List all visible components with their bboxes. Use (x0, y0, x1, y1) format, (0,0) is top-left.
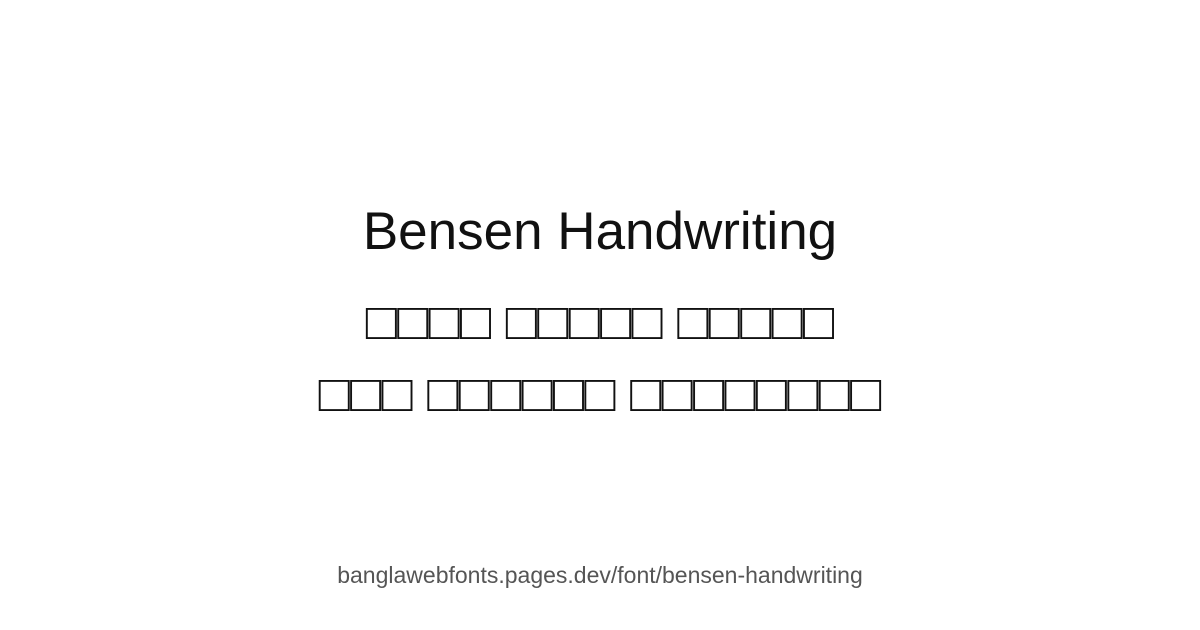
font-url: banglawebfonts.pages.dev/font/bensen-han… (337, 562, 863, 588)
sample-text-line-1: □□□□ □□□□□ □□□□□ (365, 293, 835, 351)
og-card: Bensen Handwriting □□□□ □□□□□ □□□□□ □□□ … (0, 0, 1200, 630)
sample-text-line-2: □□□ □□□□□□ □□□□□□□□ (318, 365, 882, 423)
font-title: Bensen Handwriting (362, 202, 838, 261)
